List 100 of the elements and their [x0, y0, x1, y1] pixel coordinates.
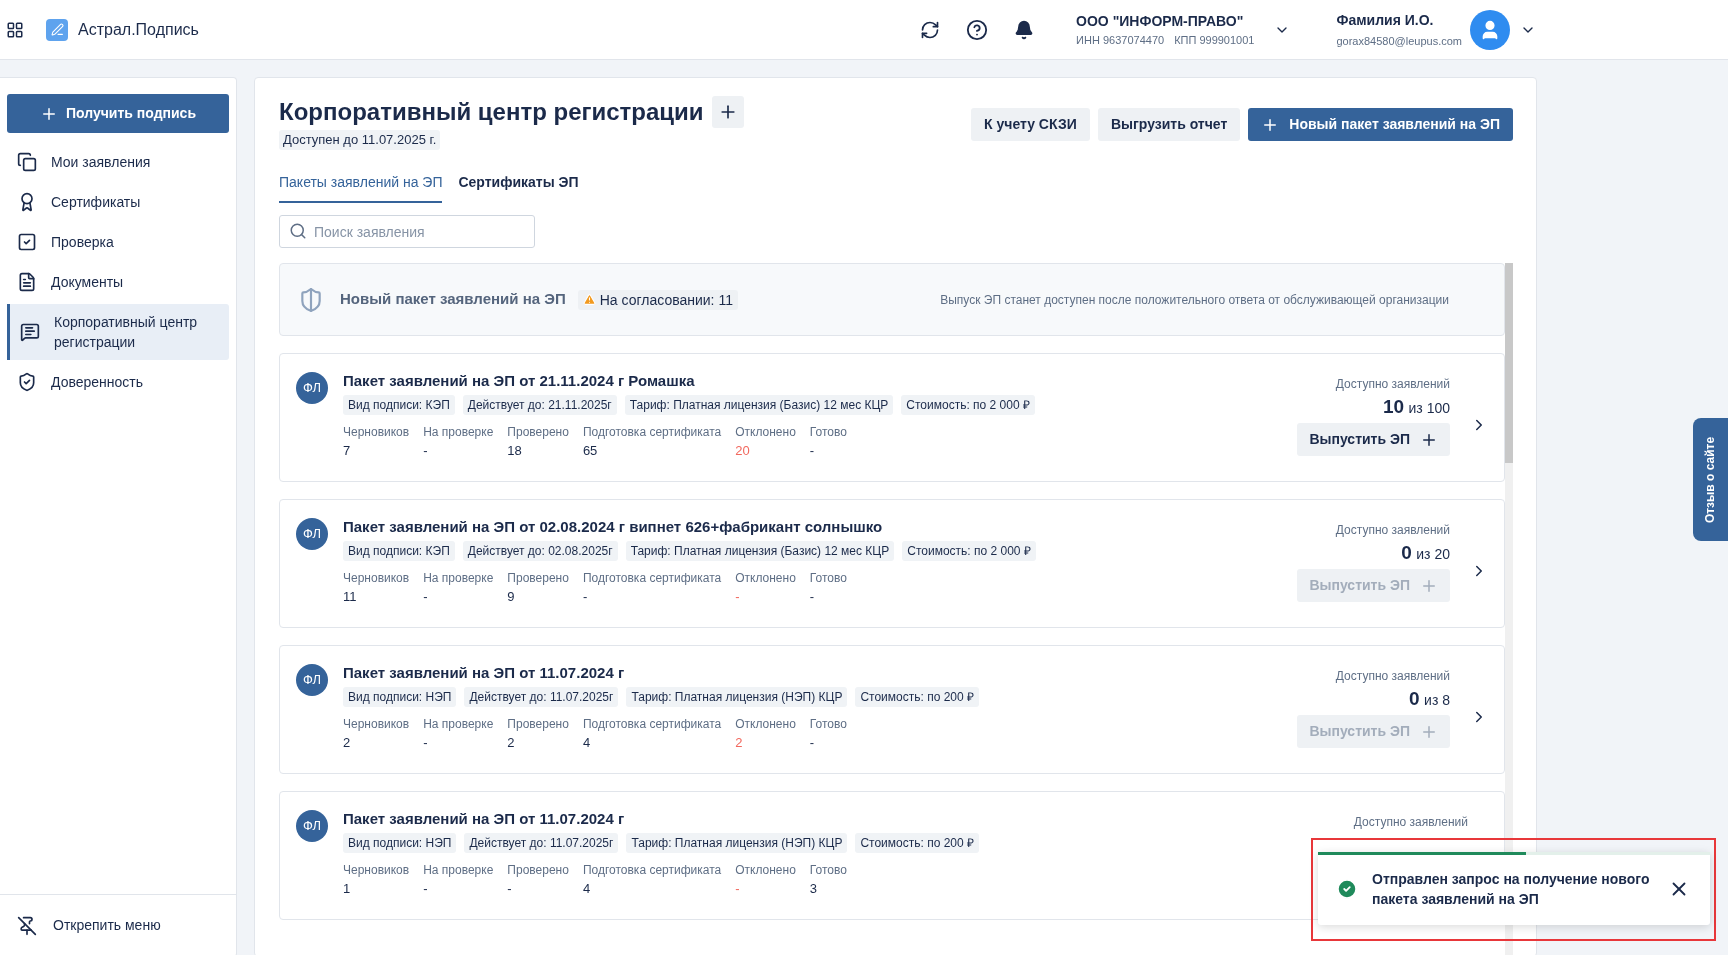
pending-note: Выпуск ЭП станет доступен после положительного ответа от обслуживающей организации: [940, 291, 1449, 309]
info-tag: Вид подписи: НЭП: [343, 687, 457, 707]
stat-value: -: [735, 880, 741, 898]
new-package-button[interactable]: Новый пакет заявлений на ЭП: [1248, 108, 1513, 141]
stat-label: Отклонено: [735, 862, 796, 879]
info-tag: Действует до: 21.11.2025г: [462, 395, 617, 415]
info-tag: Тариф: Платная лицензия (НЭП) КЦР: [626, 687, 848, 707]
stat-value: -: [423, 734, 429, 752]
avatar: ФЛ: [296, 664, 328, 696]
info-tag: Действует до: 11.07.2025г: [464, 687, 619, 707]
stat-value: 4: [582, 880, 592, 898]
avatar: ФЛ: [296, 810, 328, 842]
sidebar-item[interactable]: Корпоративный центр регистрации: [7, 304, 229, 360]
stat-value: 2: [507, 734, 516, 752]
package-title: Пакет заявлений на ЭП от 21.11.2024 г Ромашка: [343, 372, 696, 390]
stat-value: -: [423, 442, 429, 460]
stat-label: Подготовка сертификата: [582, 862, 722, 879]
page-title: Корпоративный центр регистрации: [279, 97, 704, 127]
stat-label: На проверке: [423, 716, 494, 733]
sidebar-item[interactable]: Проверка: [7, 224, 229, 260]
stat-label: На проверке: [423, 424, 494, 441]
tab[interactable]: Сертификаты ЭП: [458, 172, 579, 203]
apps-grid-icon[interactable]: [6, 20, 24, 39]
stat-value: 1: [343, 880, 352, 898]
package-card[interactable]: [279, 645, 1505, 774]
stat-label: Черновиков: [343, 862, 410, 879]
secondary-button[interactable]: К учету СКЗИ: [971, 108, 1090, 141]
info-tag: Тариф: Платная лицензия (Базис) 12 мес КЦР: [624, 395, 894, 415]
info-tag: Вид подписи: КЭП: [343, 541, 455, 561]
available-count: 10 из 100: [1382, 396, 1450, 419]
info-tag: Тариф: Платная лицензия (Базис) 12 мес КЦР: [625, 541, 895, 561]
logo-icon: [46, 18, 68, 41]
sidebar-item[interactable]: Документы: [7, 264, 229, 300]
stat-label: Проверено: [507, 424, 569, 441]
stat-label: Отклонено: [735, 424, 796, 441]
toast-message: Отправлен запрос на получение нового пакета заявлений на ЭП: [1372, 869, 1651, 909]
user-email: gorax84580@leupus.com: [1336, 33, 1462, 49]
available-count: 0 из 20: [1401, 542, 1450, 565]
available-label: Доступно заявлений: [1335, 376, 1450, 392]
info-tag: Стоимость: по 2 000 ₽: [901, 395, 1035, 415]
approval-badge: На согласовании: 11: [577, 289, 738, 310]
org-kpp: КПП 999901001: [1174, 32, 1255, 48]
stat-label: Готово: [809, 424, 847, 441]
info-tag: Действует до: 02.08.2025г: [462, 541, 618, 561]
unpin-menu-link[interactable]: Открепить меню: [53, 915, 161, 936]
add-button[interactable]: [711, 96, 744, 128]
sidebar-item[interactable]: Доверенность: [7, 364, 229, 400]
stat-label: Готово: [809, 862, 847, 879]
unpin-icon[interactable]: [17, 915, 37, 936]
user-avatar[interactable]: [1470, 9, 1510, 50]
available-label: Доступно заявлений: [1353, 814, 1468, 830]
stat-value: 20: [735, 442, 751, 460]
info-tag: Стоимость: по 200 ₽: [855, 833, 979, 853]
package-title: Пакет заявлений на ЭП от 02.08.2024 г випнет 626+фабрикант солнышко: [343, 518, 884, 536]
stat-label: Черновиков: [343, 570, 410, 587]
info-tag: Стоимость: по 2 000 ₽: [902, 541, 1036, 561]
package-title: Пакет заявлений на ЭП от 11.07.2024 г: [343, 810, 626, 828]
package-card[interactable]: [279, 499, 1505, 628]
search-field[interactable]: Поиск заявления: [279, 215, 535, 248]
stat-value: 9: [507, 588, 516, 606]
stat-label: Подготовка сертификата: [582, 716, 722, 733]
stat-label: Отклонено: [735, 570, 796, 587]
info-tag: Стоимость: по 200 ₽: [855, 687, 979, 707]
app-name[interactable]: Астрал.Подпись: [78, 17, 199, 42]
issue-button[interactable]: Выпустить ЭП: [1297, 423, 1450, 456]
copy-icon: [17, 152, 37, 172]
info-tag: Вид подписи: НЭП: [343, 833, 457, 853]
sidebar-item[interactable]: Сертификаты: [7, 184, 229, 220]
stat-label: Проверено: [507, 716, 569, 733]
info-tag: Действует до: 11.07.2025г: [464, 833, 619, 853]
stat-value: -: [507, 880, 513, 898]
stat-value: 11: [343, 588, 358, 606]
stat-value: -: [735, 588, 741, 606]
stat-label: Подготовка сертификата: [582, 570, 722, 587]
stat-label: На проверке: [423, 570, 494, 587]
help-icon[interactable]: [966, 18, 989, 41]
sidebar-item[interactable]: Мои заявления: [7, 144, 229, 180]
available-count: 0 из 8: [1409, 688, 1450, 711]
stat-value: -: [582, 588, 589, 606]
stat-value: 18: [507, 442, 523, 460]
stat-value: 65: [582, 442, 599, 460]
feedback-tab[interactable]: Отзыв о сайте: [1693, 418, 1728, 541]
tab[interactable]: Пакеты заявлений на ЭП: [279, 172, 443, 203]
info-tag: Тариф: Платная лицензия (НЭП) КЦР: [626, 833, 848, 853]
checkbox-icon: [17, 232, 37, 252]
stat-label: Отклонено: [735, 716, 796, 733]
stat-label: Проверено: [507, 862, 569, 879]
secondary-button[interactable]: Выгрузить отчет: [1097, 108, 1241, 141]
stat-value: 3: [809, 880, 819, 898]
user-name: Фамилия И.О.: [1336, 10, 1435, 29]
refresh-icon[interactable]: [920, 19, 941, 40]
get-signature-button[interactable]: Получить подпись: [7, 94, 229, 133]
package-card[interactable]: [279, 353, 1505, 482]
stat-label: Проверено: [507, 570, 569, 587]
shield-icon: [298, 286, 324, 313]
bell-icon[interactable]: [1014, 19, 1035, 40]
stat-value: -: [423, 588, 429, 606]
available-label: Доступно заявлений: [1335, 668, 1450, 684]
stat-value: 4: [582, 734, 592, 752]
success-icon: [1336, 877, 1358, 900]
